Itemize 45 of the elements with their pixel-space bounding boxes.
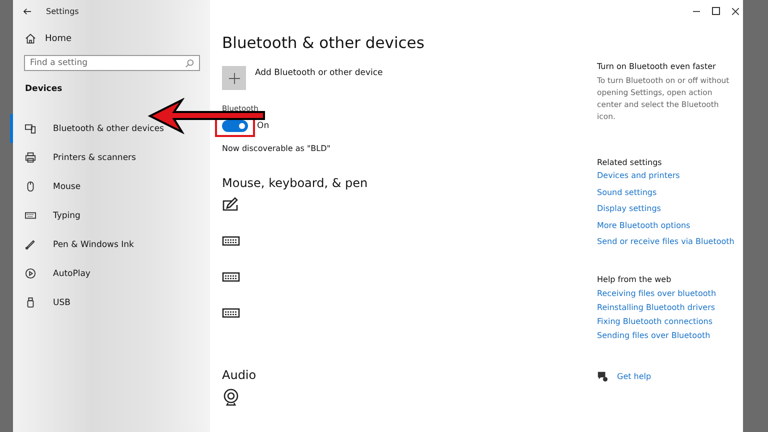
page-title: Bluetooth & other devices — [222, 34, 424, 52]
window-title: Settings — [46, 6, 79, 16]
help-link[interactable]: Sending files over Bluetooth — [597, 331, 710, 340]
devices-icon — [25, 123, 36, 134]
discoverable-text: Now discoverable as "BLD" — [222, 144, 330, 153]
mouse-icon — [25, 181, 36, 192]
settings-link[interactable]: Display settings — [597, 204, 661, 213]
settings-link[interactable]: Devices and printers — [597, 171, 680, 180]
toggle-state-label: On — [257, 121, 270, 131]
settings-link[interactable]: Sound settings — [597, 188, 657, 196]
add-device-button[interactable]: Add Bluetooth or other device — [222, 66, 383, 90]
search-field[interactable]: Find a setting — [24, 55, 200, 71]
maximize-icon[interactable] — [712, 7, 720, 15]
help-link[interactable]: Reinstalling Bluetooth drivers — [597, 303, 716, 312]
usb-icon — [25, 297, 36, 308]
section-heading: Audio — [222, 368, 256, 382]
play-circle-icon — [25, 268, 36, 279]
tip-heading: Turn on Bluetooth even faster — [597, 62, 716, 71]
plus-icon — [228, 72, 240, 84]
section-heading: Mouse, keyboard, & pen — [222, 176, 368, 190]
get-help-link[interactable]: Get help — [617, 372, 652, 381]
help-heading: Help from the web — [597, 275, 672, 284]
help-link[interactable]: Fixing Bluetooth connections — [597, 317, 713, 326]
section-heading: Devices — [25, 84, 62, 94]
home-icon — [25, 33, 36, 44]
chat-icon — [597, 371, 608, 382]
search-icon — [185, 59, 194, 68]
bluetooth-toggle[interactable] — [222, 120, 248, 132]
sidebar-item[interactable]: AutoPlay — [10, 259, 210, 288]
back-arrow-icon[interactable] — [23, 8, 32, 14]
webcam-icon[interactable] — [222, 388, 240, 406]
sidebar-item[interactable]: USB — [10, 288, 210, 317]
pen-icon — [25, 239, 36, 250]
related-heading: Related settings — [597, 158, 662, 167]
home-link[interactable]: Home — [25, 33, 85, 44]
close-icon[interactable] — [732, 8, 739, 14]
help-link[interactable]: Receiving files over bluetooth — [597, 289, 716, 298]
sidebar-item[interactable]: Pen & Windows Ink — [10, 230, 210, 259]
settings-link[interactable]: More Bluetooth options — [597, 220, 690, 230]
sidebar-item[interactable]: Typing — [10, 201, 210, 230]
sidebar-item[interactable]: Printers & scanners — [10, 143, 210, 172]
settings-link[interactable]: Send or receive files via Bluetooth — [597, 237, 734, 246]
sidebar-item[interactable]: Mouse — [10, 172, 210, 201]
printer-icon — [25, 152, 36, 163]
keyboard-icon — [25, 210, 36, 221]
